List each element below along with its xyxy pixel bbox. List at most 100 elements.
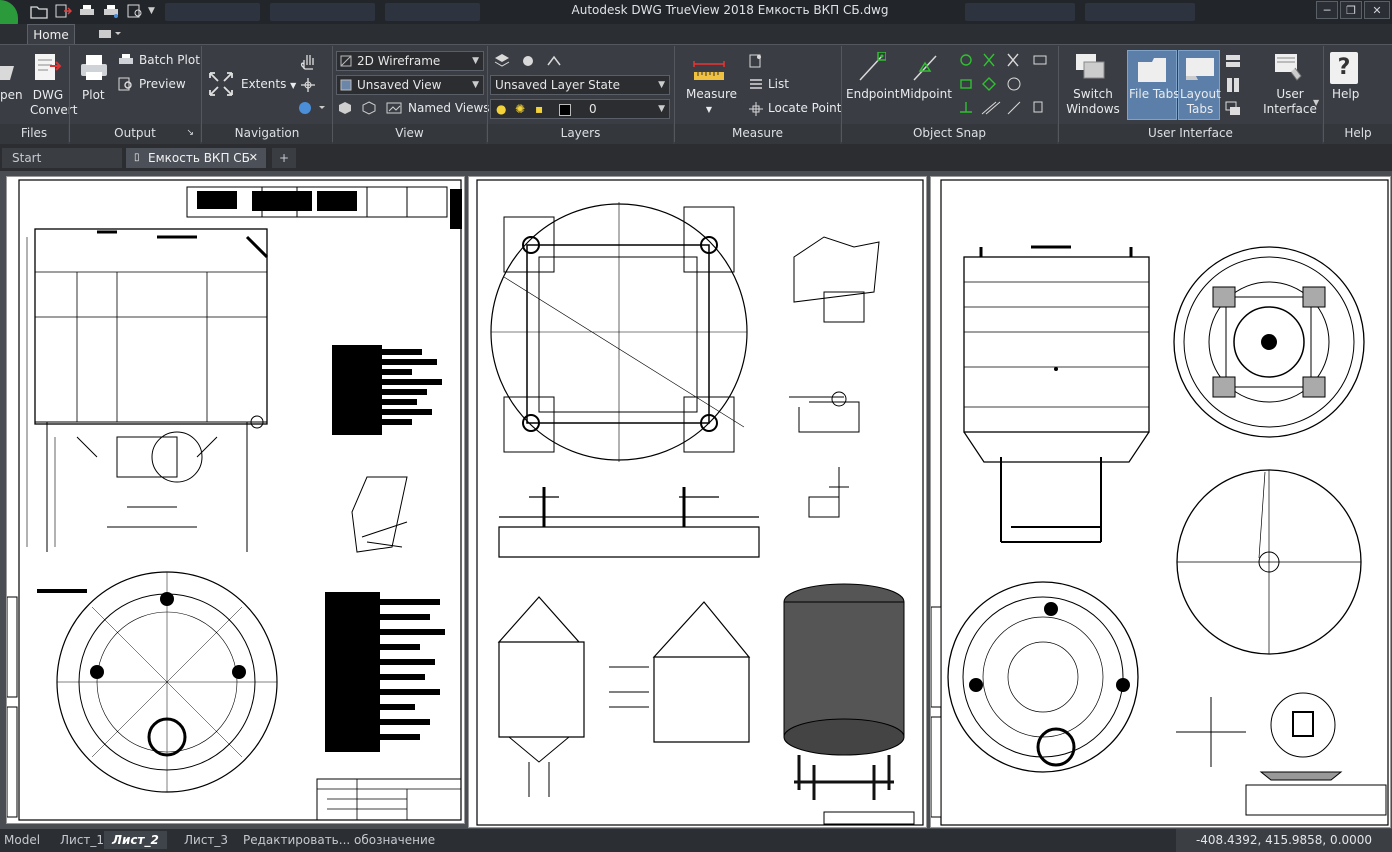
box-icon[interactable] [362, 101, 376, 115]
plot-button[interactable]: Plot [82, 88, 105, 102]
extents-button[interactable]: Extents ▼ [241, 77, 296, 91]
minimize-button[interactable]: ─ [1316, 1, 1338, 19]
orbit-icon[interactable] [300, 77, 316, 93]
pan-hand-icon[interactable] [300, 52, 316, 70]
user-interface-icon[interactable] [1273, 52, 1305, 84]
extents-label: Extents [241, 77, 287, 91]
chevron-down-icon: ▼ [658, 104, 665, 114]
midpoint-icon[interactable] [910, 52, 940, 84]
switch-windows-line2: Windows [1066, 102, 1120, 116]
layer-state-value: Unsaved Layer State [495, 78, 620, 92]
extents-icon[interactable] [207, 70, 235, 98]
layers-panel-title: Layers [488, 124, 673, 144]
open-button[interactable]: pen [0, 88, 23, 102]
plot-icon[interactable] [78, 52, 110, 84]
drawing-sheet-2[interactable] [468, 176, 927, 828]
dwg-convert-label-line2: Convert [30, 103, 78, 117]
layout-tabs-icon [1186, 58, 1214, 80]
measure-icon[interactable] [692, 58, 726, 84]
current-layer-dropdown[interactable]: ● ✺ ▪ 0 ▼ [490, 99, 670, 119]
tile-horizontal-icon[interactable] [1225, 53, 1241, 69]
batch-print-icon[interactable] [102, 3, 120, 19]
tab-home[interactable]: Home [27, 24, 75, 45]
layer-state-dropdown[interactable]: Unsaved Layer State ▼ [490, 75, 670, 95]
open-file-icon[interactable] [0, 58, 18, 88]
preview-button[interactable]: Preview [139, 77, 186, 91]
measure-panel-title: Measure [675, 124, 840, 144]
locate-point-icon[interactable] [748, 101, 764, 117]
measure-label: Measure [686, 87, 737, 101]
navigation-wheel-icon[interactable] [298, 100, 326, 116]
named-views-button[interactable]: Named Views [408, 101, 490, 115]
restore-button[interactable]: ❐ [1340, 1, 1362, 19]
help-button[interactable]: Help [1332, 87, 1359, 101]
layer-isolate-icon[interactable] [520, 53, 536, 69]
new-tab-button[interactable]: + [272, 148, 296, 168]
list-icon[interactable] [748, 77, 764, 93]
named-views-icon[interactable] [386, 101, 402, 115]
open-icon[interactable] [30, 3, 48, 19]
osnap-modes-icon[interactable] [958, 52, 1058, 118]
batch-plot-icon[interactable] [118, 53, 134, 67]
ribbon-options-icon[interactable] [97, 27, 125, 41]
chevron-down-icon: ▼ [472, 80, 479, 90]
chevron-down-icon: ▼ [705, 105, 713, 114]
layout-tab-list2[interactable]: Лист_2 [104, 831, 167, 849]
midpoint-button[interactable]: Midpoint [900, 87, 952, 101]
preview-icon[interactable] [126, 3, 144, 19]
file-tabs-icon [1138, 58, 1166, 82]
ribbon-tab-bar [0, 24, 1392, 44]
chevron-down-icon[interactable]: ▼ [1313, 98, 1319, 107]
saved-view-dropdown[interactable]: Unsaved View ▼ [336, 75, 484, 95]
layout-tab-list3[interactable]: Лист_3 [184, 831, 228, 849]
close-icon[interactable]: ✕ [249, 148, 258, 168]
layout-tabs-line2: Tabs [1186, 102, 1214, 116]
user-interface-button[interactable]: User Interface [1262, 87, 1318, 117]
close-button[interactable]: ✕ [1364, 1, 1390, 19]
drawing-sheet-1[interactable] [6, 176, 465, 824]
help-icon[interactable]: ? [1330, 52, 1358, 84]
quick-access-dropdown-icon[interactable]: ▼ [148, 6, 160, 18]
cube-icon[interactable] [338, 101, 352, 115]
endpoint-button[interactable]: Endpoint [846, 87, 899, 101]
background-window-tab [965, 3, 1075, 21]
measure-button[interactable]: Measure ▼ [686, 87, 737, 115]
visual-style-dropdown[interactable]: 2D Wireframe ▼ [336, 51, 484, 71]
endpoint-icon[interactable] [856, 52, 886, 84]
list-button[interactable]: List [768, 77, 789, 91]
panel-launcher-icon[interactable]: ↘ [186, 124, 194, 142]
print-icon[interactable] [78, 3, 96, 19]
tab-start[interactable]: Start [2, 148, 122, 168]
user-interface-line2: Interface [1263, 102, 1317, 116]
tab-active-document[interactable]: ▯ Емкость ВКП СБ ✕ [126, 148, 266, 168]
navigation-panel-title: Navigation [202, 124, 332, 144]
locate-point-button[interactable]: Locate Point [768, 101, 841, 115]
active-document-label: Емкость ВКП СБ [148, 151, 250, 165]
saved-view-value: Unsaved View [357, 78, 442, 92]
sheet-1-drawing [6, 179, 462, 821]
export-icon[interactable] [54, 3, 72, 19]
tile-vertical-icon[interactable] [1225, 77, 1241, 93]
lightbulb-icon: ● [496, 102, 507, 116]
layer-properties-icon[interactable] [494, 53, 510, 69]
layout-tab-list1[interactable]: Лист_1 [60, 831, 104, 849]
sun-icon: ✺ [515, 102, 526, 116]
document-icon: ▯ [134, 152, 140, 163]
current-layer-value: 0 [589, 102, 597, 116]
switch-windows-icon[interactable] [1074, 52, 1108, 84]
id-point-icon[interactable] [748, 53, 764, 69]
view-icon [340, 79, 352, 91]
layout-tabs-label: Layout Tabs [1180, 87, 1221, 117]
batch-plot-button[interactable]: Batch Plot [139, 53, 200, 67]
layout-tab-model[interactable]: Model [4, 831, 40, 849]
layer-walk-icon[interactable] [546, 53, 562, 69]
dwg-convert-icon[interactable] [32, 52, 62, 86]
preview-plot-icon[interactable] [118, 77, 134, 91]
cascade-icon[interactable] [1225, 101, 1241, 117]
layout-tab-edit[interactable]: Редактировать... обозначение [243, 831, 435, 849]
switch-windows-button[interactable]: Switch Windows [1066, 87, 1120, 117]
drawing-sheet-3[interactable] [930, 176, 1391, 828]
background-window-tab [165, 3, 260, 21]
lock-icon: ▪ [535, 102, 544, 116]
dwg-convert-button[interactable]: DWG Convert [30, 88, 77, 118]
